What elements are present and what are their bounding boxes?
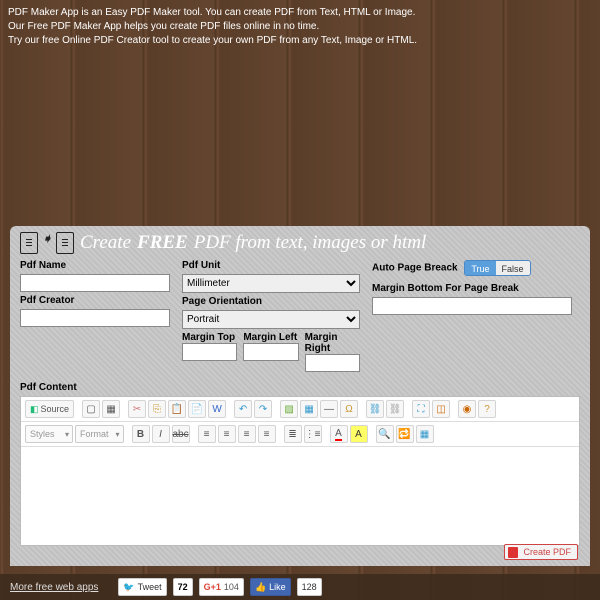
- cut-icon[interactable]: ✂: [128, 400, 146, 418]
- align-left-icon[interactable]: ≡: [198, 425, 216, 443]
- rich-text-editor: ◧Source ▢ ▦ ✂ ⎘ 📋 📄 W ↶ ↷ ▨ ▦ — Ω ⛓ ⛓ ⛶ …: [20, 396, 580, 546]
- form-row: Pdf Name Pdf Creator Pdf Unit Millimeter…: [20, 260, 580, 372]
- create-pdf-button[interactable]: Create PDF: [504, 544, 578, 560]
- find-icon[interactable]: 🔍: [376, 425, 394, 443]
- strike-icon[interactable]: abc: [172, 425, 190, 443]
- arrow-right-icon: ➧: [40, 232, 54, 246]
- label-page-orientation: Page Orientation: [182, 296, 360, 307]
- undo-icon[interactable]: ↶: [234, 400, 252, 418]
- toggle-auto-page-break[interactable]: True False: [464, 260, 530, 276]
- intro-text: PDF Maker App is an Easy PDF Maker tool.…: [8, 6, 417, 48]
- styles-select[interactable]: Styles: [25, 425, 73, 443]
- header-suffix: PDF from text, images or html: [194, 232, 427, 254]
- tweet-count: 72: [173, 578, 193, 596]
- pdf-icon: [56, 232, 74, 254]
- gplus-button[interactable]: G+1104: [199, 578, 244, 596]
- numbered-list-icon[interactable]: ≣: [284, 425, 302, 443]
- italic-icon[interactable]: I: [152, 425, 170, 443]
- margin-row: Margin Top Margin Left Margin Right: [182, 332, 360, 372]
- new-page-icon[interactable]: ▢: [82, 400, 100, 418]
- bold-icon[interactable]: B: [132, 425, 150, 443]
- input-margin-top[interactable]: [182, 343, 237, 361]
- redo-icon[interactable]: ↷: [254, 400, 272, 418]
- form-col-2: Pdf Unit Millimeter Page Orientation Por…: [182, 260, 360, 372]
- bullet-list-icon[interactable]: ⋮≡: [304, 425, 322, 443]
- tweet-button[interactable]: 🐦Tweet: [118, 578, 166, 596]
- editor-toolbar-1: ◧Source ▢ ▦ ✂ ⎘ 📋 📄 W ↶ ↷ ▨ ▦ — Ω ⛓ ⛓ ⛶ …: [21, 397, 579, 422]
- paste-icon[interactable]: 📋: [168, 400, 186, 418]
- image-icon[interactable]: ▨: [280, 400, 298, 418]
- text-color-icon[interactable]: A: [330, 425, 348, 443]
- label-pdf-unit: Pdf Unit: [182, 260, 360, 271]
- format-select[interactable]: Format: [75, 425, 124, 443]
- blocks-icon[interactable]: ◫: [432, 400, 450, 418]
- select-all-icon[interactable]: ▦: [416, 425, 434, 443]
- source-button[interactable]: ◧Source: [25, 400, 74, 418]
- main-panel: ➧ Create FREE PDF from text, images or h…: [10, 226, 590, 566]
- fb-like-button[interactable]: 👍Like: [250, 578, 291, 596]
- replace-icon[interactable]: 🔁: [396, 425, 414, 443]
- align-right-icon[interactable]: ≡: [238, 425, 256, 443]
- unlink-icon[interactable]: ⛓: [386, 400, 404, 418]
- label-margin-top: Margin Top: [182, 332, 235, 343]
- header-prefix: Create: [80, 232, 131, 254]
- editor-toolbar-2: Styles Format B I abc ≡ ≡ ≡ ≡ ≣ ⋮≡ A A 🔍…: [21, 422, 579, 447]
- label-margin-left: Margin Left: [243, 332, 297, 343]
- input-margin-bottom[interactable]: [372, 297, 572, 315]
- bg-color-icon[interactable]: A: [350, 425, 368, 443]
- copy-icon[interactable]: ⎘: [148, 400, 166, 418]
- paste-text-icon[interactable]: 📄: [188, 400, 206, 418]
- input-margin-right[interactable]: [305, 354, 360, 372]
- header-free: FREE: [137, 232, 188, 254]
- align-justify-icon[interactable]: ≡: [258, 425, 276, 443]
- document-icon: [20, 232, 38, 254]
- footer-bar: More free web apps 🐦Tweet 72 G+1104 👍Lik…: [0, 574, 600, 600]
- more-apps-link[interactable]: More free web apps: [10, 582, 98, 593]
- preview-icon[interactable]: ▦: [102, 400, 120, 418]
- intro-line-2: Our Free PDF Maker App helps you create …: [8, 20, 417, 34]
- input-pdf-creator[interactable]: [20, 309, 170, 327]
- label-margin-bottom: Margin Bottom For Page Break: [372, 283, 572, 294]
- link-icon[interactable]: ⛓: [366, 400, 384, 418]
- twitter-icon: 🐦: [123, 582, 134, 593]
- toggle-false[interactable]: False: [496, 261, 530, 275]
- maximize-icon[interactable]: ⛶: [412, 400, 430, 418]
- editor-body[interactable]: [21, 447, 579, 545]
- header-icon-group: ➧: [20, 232, 74, 254]
- thumbs-up-icon: 👍: [255, 582, 266, 593]
- form-col-3: Auto Page Breack True False Margin Botto…: [372, 260, 572, 372]
- select-pdf-unit[interactable]: Millimeter: [182, 274, 360, 293]
- intro-line-3: Try our free Online PDF Creator tool to …: [8, 34, 417, 48]
- special-char-icon[interactable]: Ω: [340, 400, 358, 418]
- intro-line-1: PDF Maker App is an Easy PDF Maker tool.…: [8, 6, 417, 20]
- label-pdf-name: Pdf Name: [20, 260, 170, 271]
- paste-word-icon[interactable]: W: [208, 400, 226, 418]
- label-pdf-creator: Pdf Creator: [20, 295, 170, 306]
- toggle-true[interactable]: True: [465, 261, 495, 275]
- table-icon[interactable]: ▦: [300, 400, 318, 418]
- select-page-orientation[interactable]: Portrait: [182, 310, 360, 329]
- align-center-icon[interactable]: ≡: [218, 425, 236, 443]
- about-icon[interactable]: ◉: [458, 400, 476, 418]
- form-col-1: Pdf Name Pdf Creator: [20, 260, 170, 372]
- input-pdf-name[interactable]: [20, 274, 170, 292]
- label-auto-page-break: Auto Page Breack: [372, 263, 458, 274]
- fb-count: 128: [297, 578, 322, 596]
- input-margin-left[interactable]: [243, 343, 298, 361]
- label-pdf-content: Pdf Content: [20, 382, 580, 393]
- panel-header: ➧ Create FREE PDF from text, images or h…: [20, 232, 580, 254]
- label-margin-right: Margin Right: [305, 332, 338, 354]
- hr-icon[interactable]: —: [320, 400, 338, 418]
- auto-page-break-row: Auto Page Breack True False: [372, 260, 572, 276]
- help-icon[interactable]: ?: [478, 400, 496, 418]
